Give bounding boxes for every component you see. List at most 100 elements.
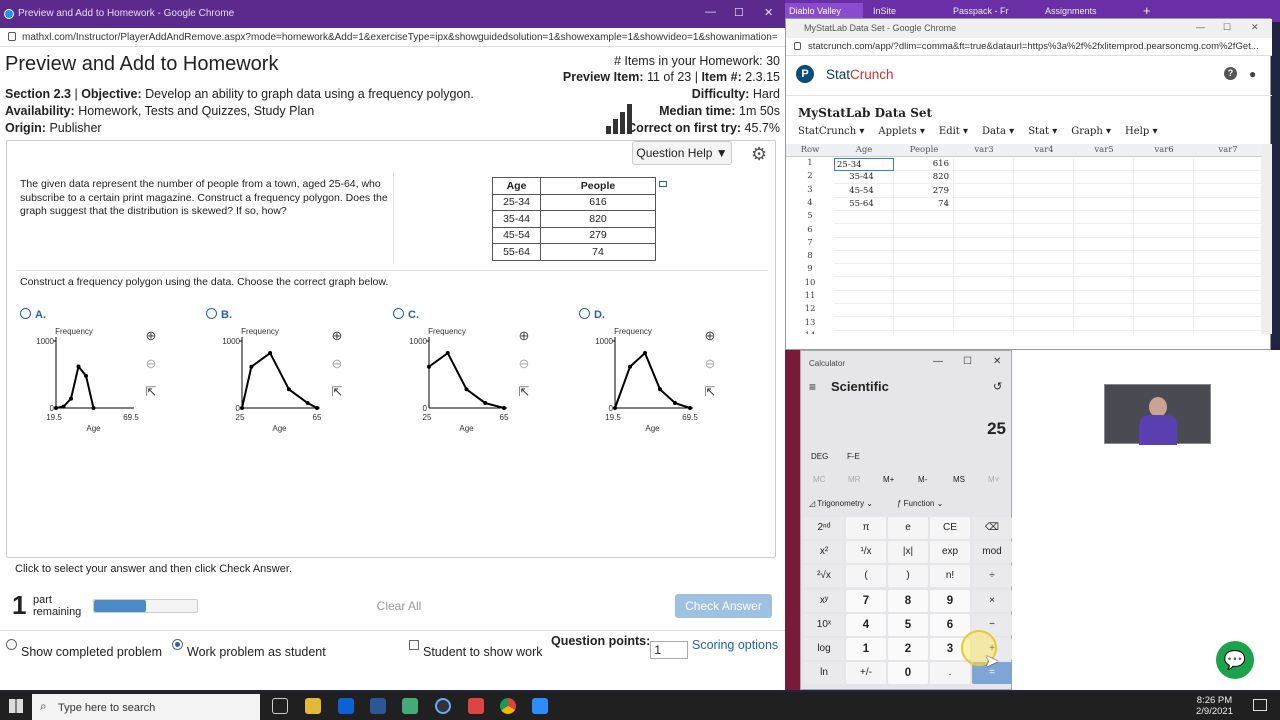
grid-cell[interactable]: [1014, 224, 1074, 238]
windows-start-icon[interactable]: [9, 699, 23, 713]
grid-cell[interactable]: [954, 317, 1014, 331]
calc-key[interactable]: ¹/x: [846, 541, 886, 564]
grid-cell[interactable]: [1134, 277, 1194, 291]
chat-icon[interactable]: 💬: [1216, 641, 1254, 679]
minimize-icon[interactable]: —: [1196, 22, 1205, 32]
grid-cell[interactable]: 279: [894, 184, 954, 198]
grid-cell[interactable]: [1134, 184, 1194, 198]
obs-icon[interactable]: [435, 698, 451, 714]
task-view-icon[interactable]: [272, 698, 288, 714]
zoom-in-icon[interactable]: ⊕: [516, 328, 532, 344]
scoring-options-link[interactable]: Scoring options: [692, 638, 778, 652]
option-a-radio[interactable]: A.: [20, 308, 46, 321]
grid-column-header[interactable]: Age: [834, 144, 894, 157]
zoom-out-icon[interactable]: ⊖: [143, 356, 159, 372]
grid-cell[interactable]: [954, 304, 1014, 318]
grid-cell[interactable]: [1074, 264, 1134, 278]
fe-button[interactable]: F-E: [847, 452, 860, 461]
calc-key[interactable]: n!: [930, 565, 970, 588]
grid-cell[interactable]: [834, 304, 894, 318]
check-answer-button[interactable]: Check Answer: [675, 594, 772, 618]
minimize-icon[interactable]: —: [705, 6, 716, 18]
grid-cell[interactable]: [834, 237, 894, 251]
grid-cell[interactable]: [954, 184, 1014, 198]
grid-cell[interactable]: 45-54: [834, 184, 894, 198]
grid-cell[interactable]: [894, 251, 954, 265]
function-dropdown[interactable]: ƒ Function ⌄: [897, 499, 943, 508]
grid-cell[interactable]: [1194, 330, 1262, 334]
history-icon[interactable]: ↺: [993, 380, 1002, 393]
grid-cell[interactable]: [1074, 237, 1134, 251]
grid-cell[interactable]: [1014, 264, 1074, 278]
calc-key[interactable]: 2: [888, 638, 928, 660]
zoom-in-icon[interactable]: ⊕: [329, 328, 345, 344]
grid-cell[interactable]: [1074, 184, 1134, 198]
menu-item-0[interactable]: StatCrunch ▾: [798, 126, 864, 137]
help-icon[interactable]: ?: [1224, 67, 1237, 80]
open-new-window-icon[interactable]: ⇱: [516, 384, 532, 400]
grid-cell[interactable]: [834, 211, 894, 225]
menu-item-6[interactable]: Help ▾: [1125, 126, 1157, 137]
calc-key[interactable]: ): [888, 565, 928, 588]
grid-cell[interactable]: [1014, 237, 1074, 251]
grid-cell[interactable]: [1134, 291, 1194, 304]
grid-cell[interactable]: 55-64: [834, 197, 894, 211]
grid-cell[interactable]: [894, 277, 954, 291]
open-new-window-icon[interactable]: ⇱: [702, 384, 718, 400]
option-b-graph[interactable]: Frequency1000 025 65 Age: [216, 325, 326, 435]
gear-icon[interactable]: ⚙: [751, 144, 767, 165]
grid-cell[interactable]: [1014, 291, 1074, 304]
student-show-work-checkbox[interactable]: Student to show work: [409, 638, 543, 659]
grid-column-header[interactable]: var7: [1194, 144, 1262, 157]
calc-key[interactable]: log: [804, 638, 844, 660]
grid-cell[interactable]: [834, 330, 894, 334]
calc-key[interactable]: .: [930, 662, 970, 685]
notification-icon[interactable]: [1253, 699, 1267, 711]
grid-cell[interactable]: [954, 158, 1014, 171]
grid-cell[interactable]: [1194, 264, 1262, 278]
menu-item-5[interactable]: Graph ▾: [1071, 126, 1111, 137]
grid-cell[interactable]: [954, 330, 1014, 334]
grid-cell[interactable]: [954, 277, 1014, 291]
grid-cell[interactable]: [1194, 224, 1262, 238]
option-a-graph[interactable]: Frequency1000 019.5 69.5 Age: [30, 325, 140, 435]
work-as-student-radio[interactable]: Work problem as student: [172, 638, 326, 659]
grid-cell[interactable]: 35-44: [834, 171, 894, 185]
grid-cell[interactable]: [1134, 197, 1194, 211]
grid-cell[interactable]: [954, 197, 1014, 211]
grid-column-header[interactable]: var6: [1134, 144, 1194, 157]
address-bar[interactable]: statcrunch.com/app/?dlim=comma&ft=true&d…: [786, 38, 1272, 56]
show-completed-radio[interactable]: Show completed problem: [6, 638, 162, 659]
grid-cell[interactable]: [1194, 277, 1262, 291]
calc-key[interactable]: ²√x: [804, 565, 844, 588]
calc-key[interactable]: mod: [972, 541, 1012, 564]
grid-cell[interactable]: [1074, 317, 1134, 331]
zoom-out-icon[interactable]: ⊖: [516, 356, 532, 372]
calc-key[interactable]: +/-: [846, 662, 886, 685]
grid-cell[interactable]: [1194, 237, 1262, 251]
deg-button[interactable]: DEG: [811, 452, 828, 461]
option-d-graph[interactable]: Frequency1000 019.5 69.5 Age: [589, 325, 699, 435]
grid-column-header[interactable]: Row: [786, 144, 834, 157]
close-icon[interactable]: ✕: [993, 356, 1001, 367]
calc-key[interactable]: 2ⁿᵈ: [804, 517, 844, 539]
grid-cell[interactable]: [1074, 224, 1134, 238]
grid-cell[interactable]: [1134, 317, 1194, 331]
zoom-out-icon[interactable]: ⊖: [329, 356, 345, 372]
grid-cell[interactable]: [954, 264, 1014, 278]
grid-cell[interactable]: [1134, 264, 1194, 278]
grid-column-header[interactable]: var5: [1074, 144, 1134, 157]
taskbar-search[interactable]: ⌕ Type here to search: [32, 694, 260, 720]
calc-key[interactable]: exp: [930, 541, 970, 564]
option-c-radio[interactable]: C.: [393, 308, 419, 321]
grid-cell[interactable]: [1014, 197, 1074, 211]
maximize-icon[interactable]: ☐: [1223, 22, 1231, 33]
memory-button[interactable]: MS: [953, 475, 965, 484]
grid-cell[interactable]: [894, 291, 954, 304]
grid-cell[interactable]: [1074, 197, 1134, 211]
open-new-window-icon[interactable]: ⇱: [329, 384, 345, 400]
grid-cell[interactable]: 25-34: [834, 158, 894, 171]
grid-cell[interactable]: [1014, 317, 1074, 331]
close-icon[interactable]: ✕: [1251, 22, 1259, 33]
calc-key[interactable]: ÷: [972, 565, 1012, 588]
